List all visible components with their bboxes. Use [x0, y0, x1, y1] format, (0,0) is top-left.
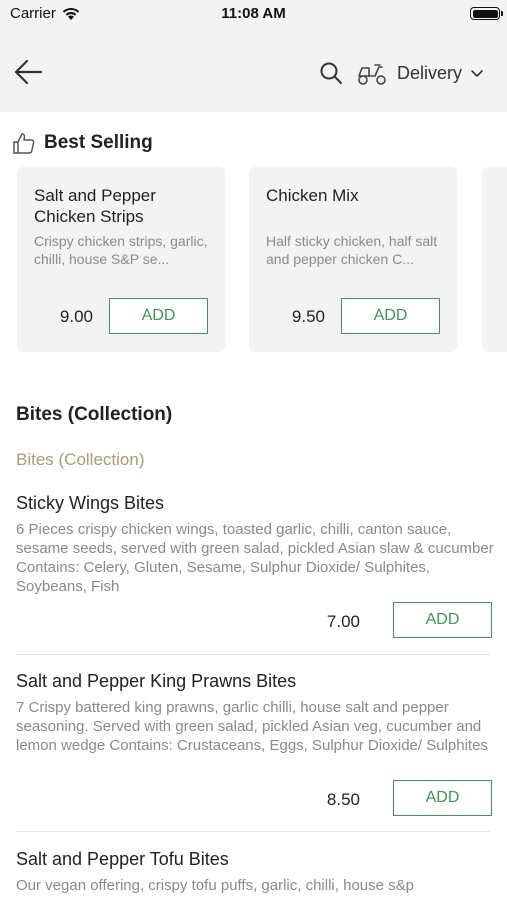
menu-item-description: Our vegan offering, crispy tofu puffs, g…	[16, 877, 414, 894]
section-title: Bites (Collection)	[16, 404, 173, 425]
best-selling-title: Best Selling	[44, 132, 153, 153]
card-item-price: 9.00	[59, 307, 93, 326]
status-time: 11:08 AM	[221, 5, 286, 22]
thumbs-up-icon	[13, 133, 35, 154]
delivery-mode-selector[interactable]: Delivery	[357, 58, 484, 88]
scooter-icon	[358, 64, 386, 85]
card-item-name: Chicken Mix	[266, 186, 359, 205]
status-bar: Carrier 11:08 AM	[0, 0, 507, 30]
best-selling-card[interactable]: Salt and Pepper Chicken Strips Crispy ch…	[17, 167, 225, 352]
delivery-label: Delivery	[397, 62, 463, 83]
nav-bar: Delivery	[0, 30, 507, 112]
card-item-price: 9.50	[291, 307, 325, 326]
search-icon[interactable]	[318, 60, 344, 86]
add-button[interactable]: ADD	[393, 780, 492, 816]
best-selling-card-peek[interactable]	[482, 167, 507, 352]
menu-item-name: Salt and Pepper King Prawns Bites	[16, 671, 297, 691]
menu-item-description: 6 Pieces crispy chicken wings, toasted g…	[16, 521, 494, 595]
best-selling-header: Best Selling	[12, 130, 153, 156]
back-arrow-icon[interactable]	[12, 58, 44, 86]
card-item-description: Crispy chicken strips, garlic, chilli, h…	[34, 233, 208, 267]
menu-item-price: 7.00	[326, 612, 360, 631]
menu-item-name: Salt and Pepper Tofu Bites	[16, 849, 229, 869]
divider	[16, 654, 490, 655]
menu-item-price: 8.50	[326, 790, 360, 809]
add-button[interactable]: ADD	[109, 298, 208, 334]
card-item-description: Half sticky chicken, half salt and peppe…	[266, 233, 438, 267]
menu-item-description: 7 Crispy battered king prawns, garlic ch…	[16, 699, 488, 754]
battery-icon	[470, 7, 503, 20]
menu-item[interactable]: Salt and Pepper Tofu Bites Our vegan off…	[0, 849, 507, 900]
menu-item[interactable]: Sticky Wings Bites 6 Pieces crispy chick…	[0, 493, 507, 643]
chevron-down-icon	[471, 70, 483, 77]
menu-item[interactable]: Salt and Pepper King Prawns Bites 7 Cris…	[0, 671, 507, 821]
add-button[interactable]: ADD	[341, 298, 440, 334]
add-button[interactable]: ADD	[393, 602, 492, 638]
divider	[16, 831, 490, 832]
best-selling-card[interactable]: Chicken Mix Half sticky chicken, half sa…	[249, 167, 457, 352]
category-subtitle: Bites (Collection)	[16, 450, 145, 469]
menu-item-name: Sticky Wings Bites	[16, 493, 165, 513]
card-item-name: Salt and Pepper Chicken Strips	[34, 186, 156, 226]
